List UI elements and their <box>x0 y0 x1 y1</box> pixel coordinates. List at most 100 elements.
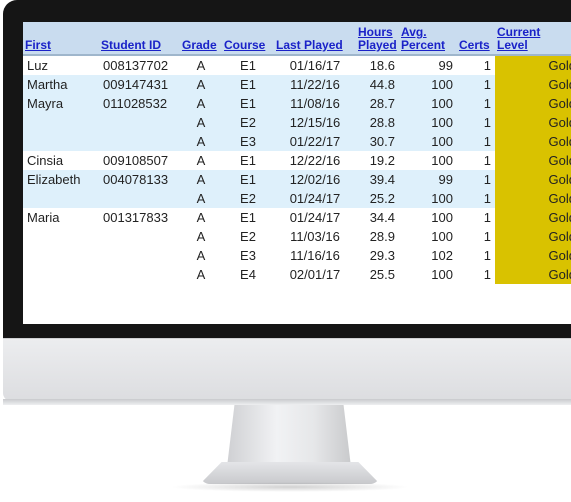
cell-student-id <box>99 113 180 132</box>
cell-avg-percent: 99 <box>399 170 457 189</box>
monitor-chin <box>3 338 571 401</box>
cell-course: E1 <box>222 94 274 113</box>
cell-certs: 1 <box>457 113 495 132</box>
cell-course: E1 <box>222 55 274 75</box>
cell-first: Elizabeth <box>23 170 99 189</box>
cell-current-level: Gold <box>495 132 571 151</box>
cell-last-played: 12/22/16 <box>274 151 356 170</box>
cell-current-level: Gold <box>495 246 571 265</box>
cell-avg-percent: 102 <box>399 246 457 265</box>
cell-certs: 1 <box>457 246 495 265</box>
cell-grade: A <box>180 113 222 132</box>
cell-avg-percent: 100 <box>399 113 457 132</box>
cell-last-played: 01/22/17 <box>274 132 356 151</box>
cell-student-id <box>99 189 180 208</box>
desktop-monitor: First Student ID Grade Course Last Playe… <box>0 0 571 502</box>
cell-course: E3 <box>222 132 274 151</box>
cell-certs: 1 <box>457 94 495 113</box>
cell-student-id: 008137702 <box>99 55 180 75</box>
cell-current-level: Gold <box>495 227 571 246</box>
cell-last-played: 11/03/16 <box>274 227 356 246</box>
table-row: Elizabeth004078133AE112/02/1639.4991Gold <box>23 170 571 189</box>
column-header-current-level[interactable]: Current Level <box>495 22 571 56</box>
cell-avg-percent: 100 <box>399 132 457 151</box>
cell-certs: 1 <box>457 189 495 208</box>
table-row: AE301/22/1730.71001Gold <box>23 132 571 151</box>
cell-student-id <box>99 265 180 284</box>
cell-course: E2 <box>222 189 274 208</box>
cell-student-id: 009147431 <box>99 75 180 94</box>
column-header-grade[interactable]: Grade <box>180 22 222 56</box>
cell-grade: A <box>180 75 222 94</box>
column-header-hours-played[interactable]: Hours Played <box>356 22 399 56</box>
cell-avg-percent: 100 <box>399 75 457 94</box>
column-header-student-id[interactable]: Student ID <box>99 22 180 56</box>
column-header-course[interactable]: Course <box>222 22 274 56</box>
cell-hours-played: 25.2 <box>356 189 399 208</box>
cell-first <box>23 132 99 151</box>
student-progress-table: First Student ID Grade Course Last Playe… <box>23 22 571 284</box>
cell-grade: A <box>180 265 222 284</box>
cell-current-level: Gold <box>495 94 571 113</box>
cell-certs: 1 <box>457 75 495 94</box>
cell-first <box>23 246 99 265</box>
cell-hours-played: 39.4 <box>356 170 399 189</box>
cell-certs: 1 <box>457 208 495 227</box>
cell-grade: A <box>180 132 222 151</box>
cell-certs: 1 <box>457 170 495 189</box>
cell-course: E2 <box>222 227 274 246</box>
cell-first: Maria <box>23 208 99 227</box>
cell-course: E1 <box>222 75 274 94</box>
cell-grade: A <box>180 246 222 265</box>
cell-current-level: Gold <box>495 208 571 227</box>
cell-student-id <box>99 132 180 151</box>
column-header-certs[interactable]: Certs <box>457 22 495 56</box>
column-header-first[interactable]: First <box>23 22 99 56</box>
table-row: AE402/01/1725.51001Gold <box>23 265 571 284</box>
cell-student-id: 009108507 <box>99 151 180 170</box>
cell-certs: 1 <box>457 151 495 170</box>
cell-last-played: 02/01/17 <box>274 265 356 284</box>
cell-last-played: 11/16/16 <box>274 246 356 265</box>
table-header-row: First Student ID Grade Course Last Playe… <box>23 22 571 56</box>
cell-hours-played: 28.9 <box>356 227 399 246</box>
cell-hours-played: 28.8 <box>356 113 399 132</box>
cell-avg-percent: 99 <box>399 55 457 75</box>
cell-first: Luz <box>23 55 99 75</box>
cell-grade: A <box>180 94 222 113</box>
cell-hours-played: 28.7 <box>356 94 399 113</box>
cell-grade: A <box>180 208 222 227</box>
monitor-screen: First Student ID Grade Course Last Playe… <box>23 22 571 324</box>
cell-first <box>23 265 99 284</box>
cell-hours-played: 19.2 <box>356 151 399 170</box>
cell-course: E1 <box>222 170 274 189</box>
cell-last-played: 12/02/16 <box>274 170 356 189</box>
cell-avg-percent: 100 <box>399 265 457 284</box>
cell-last-played: 01/24/17 <box>274 208 356 227</box>
column-header-last-played[interactable]: Last Played <box>274 22 356 56</box>
cell-student-id <box>99 246 180 265</box>
cell-student-id: 001317833 <box>99 208 180 227</box>
cell-first <box>23 113 99 132</box>
table-row: AE212/15/1628.81001Gold <box>23 113 571 132</box>
column-header-avg-percent-line2: Percent <box>401 38 446 52</box>
cell-current-level: Gold <box>495 113 571 132</box>
cell-avg-percent: 100 <box>399 227 457 246</box>
table-row: Mayra011028532AE111/08/1628.71001Gold <box>23 94 571 113</box>
table-row: Maria001317833AE101/24/1734.41001Gold <box>23 208 571 227</box>
cell-last-played: 01/24/17 <box>274 189 356 208</box>
column-header-current-level-line2: Level <box>497 38 528 52</box>
cell-course: E4 <box>222 265 274 284</box>
cell-grade: A <box>180 55 222 75</box>
cell-last-played: 12/15/16 <box>274 113 356 132</box>
table-row: Luz008137702AE101/16/1718.6991Gold <box>23 55 571 75</box>
cell-grade: A <box>180 189 222 208</box>
cell-student-id: 011028532 <box>99 94 180 113</box>
cell-current-level: Gold <box>495 170 571 189</box>
cell-hours-played: 18.6 <box>356 55 399 75</box>
cell-first: Cinsia <box>23 151 99 170</box>
cell-grade: A <box>180 151 222 170</box>
cell-course: E2 <box>222 113 274 132</box>
column-header-avg-percent[interactable]: Avg. Percent <box>399 22 457 56</box>
cell-first: Martha <box>23 75 99 94</box>
